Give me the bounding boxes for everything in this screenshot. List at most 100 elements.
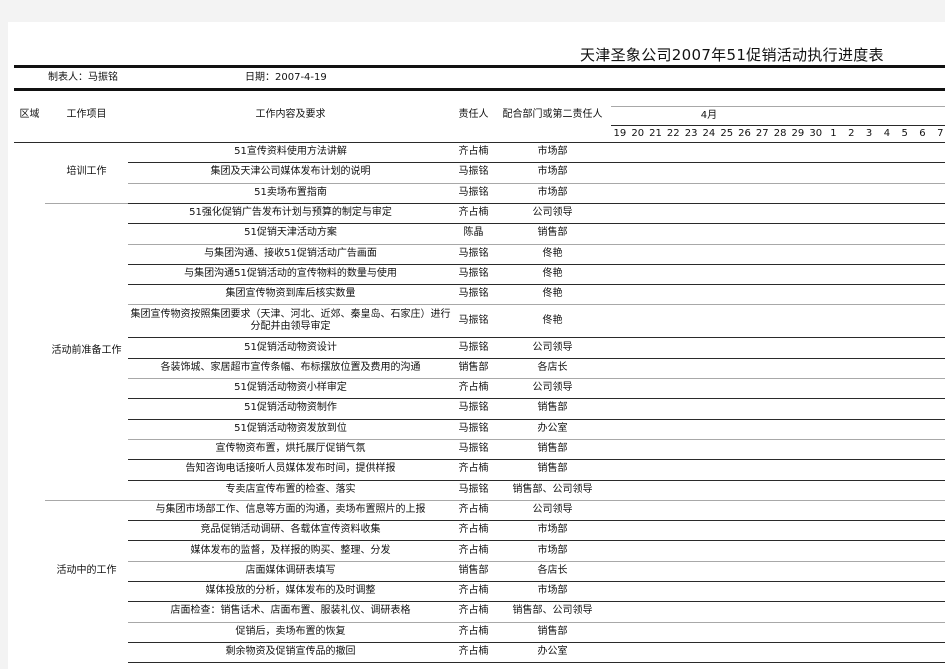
- task-owner: 马振铭: [458, 443, 489, 455]
- page-title: 天津圣象公司2007年51促销活动执行进度表: [580, 46, 884, 64]
- task-content: 促销后，卖场布置的恢复: [235, 625, 346, 637]
- header-date: 7: [937, 128, 944, 139]
- row-border: [45, 202, 128, 204]
- header-date: 4: [883, 128, 891, 139]
- task-owner: 齐占楠: [458, 503, 489, 515]
- task-content: 集团及天津公司媒体发布计划的说明: [210, 166, 371, 178]
- task-content: 与集团市场部工作、信息等方面的沟通，卖场布置照片的上报: [155, 503, 426, 515]
- task-partner: 销售部: [537, 402, 568, 414]
- task-content: 51强化促销广告发布计划与预算的制定与审定: [189, 207, 392, 219]
- date-label: 日期：2007-4-19: [245, 72, 327, 83]
- task-owner: 马振铭: [458, 186, 489, 198]
- maker-label: 制表人：马振铭: [48, 72, 118, 83]
- task-partner: 销售部: [537, 443, 568, 455]
- task-content: 竞品促销活动调研、各载体宣传资料收集: [200, 524, 381, 536]
- task-partner: 各店长: [537, 361, 568, 373]
- task-content: 媒体发布的监督，及样报的购买、整理、分发: [190, 544, 391, 556]
- task-owner: 齐占楠: [458, 625, 489, 637]
- task-owner: 马振铭: [458, 341, 489, 353]
- task-partner: 佟艳: [542, 288, 563, 300]
- header-date: 3: [865, 128, 873, 139]
- header-date: 2: [848, 128, 855, 139]
- task-owner: 马振铭: [458, 483, 489, 495]
- task-partner: 办公室: [537, 646, 568, 658]
- task-content: 51促销天津活动方案: [244, 227, 337, 239]
- task-owner: 马振铭: [458, 247, 489, 259]
- task-owner: 齐占楠: [458, 646, 489, 658]
- task-content: 51促销活动物资设计: [244, 341, 337, 353]
- task-partner: 公司领导: [532, 207, 573, 219]
- task-owner: 齐占楠: [458, 207, 489, 219]
- header-date: 28: [773, 128, 787, 139]
- row-border: [45, 142, 128, 143]
- group-label: 活动前准备工作: [51, 345, 122, 357]
- header-project: 工作项目: [66, 109, 107, 120]
- task-content: 51宣传资料使用方法讲解: [234, 146, 347, 158]
- row-border: [14, 65, 945, 68]
- task-content: 店面媒体调研表填写: [245, 564, 336, 576]
- task-partner: 公司领导: [532, 341, 573, 353]
- task-owner: 齐占楠: [458, 605, 489, 617]
- header-date: 22: [666, 128, 680, 139]
- task-partner: 公司领导: [532, 382, 573, 394]
- header-date: 1: [830, 128, 837, 139]
- group-label: 培训工作: [66, 166, 107, 178]
- task-content: 宣传物资布置，烘托展厅促销气氛: [215, 443, 366, 455]
- task-partner: 销售部: [537, 227, 568, 239]
- header-owner: 责任人: [458, 109, 489, 120]
- task-partner: 销售部、公司领导: [512, 605, 593, 617]
- header-date: 25: [720, 128, 734, 139]
- task-partner: 佟艳: [542, 314, 563, 326]
- task-owner: 陈晶: [463, 227, 484, 239]
- task-partner: 佟艳: [542, 247, 563, 259]
- task-content: 剩余物资及促销宣传品的撤回: [225, 646, 356, 658]
- task-owner: 齐占楠: [458, 544, 489, 556]
- task-content: 专卖店宣传布置的检查、落实: [225, 483, 356, 495]
- header-date: 23: [684, 128, 698, 139]
- task-content: 集团宣传物资到库后核实数量: [225, 288, 356, 300]
- task-partner: 各店长: [537, 564, 568, 576]
- header-date: 26: [738, 128, 751, 139]
- task-content: 51促销活动物资发放到位: [234, 422, 347, 434]
- task-partner: 市场部: [537, 146, 568, 158]
- task-partner: 市场部: [537, 186, 568, 198]
- header-content: 工作内容及要求: [255, 109, 326, 120]
- header-date: 30: [809, 128, 823, 139]
- task-partner: 佟艳: [542, 267, 563, 279]
- task-owner: 马振铭: [458, 267, 489, 279]
- task-partner: 市场部: [537, 585, 568, 597]
- task-partner: 销售部、公司领导: [512, 483, 593, 495]
- row-border: [45, 499, 128, 501]
- header-date: 27: [755, 128, 769, 139]
- task-owner: 销售部: [458, 564, 489, 576]
- task-partner: 市场部: [537, 524, 568, 536]
- task-owner: 齐占楠: [458, 585, 489, 597]
- task-content: 51促销活动物资小样审定: [234, 382, 347, 394]
- task-partner: 公司领导: [532, 503, 573, 515]
- header-date: 20: [631, 128, 645, 139]
- header-partner: 配合部门或第二责任人: [502, 109, 603, 120]
- task-owner: 马振铭: [458, 402, 489, 414]
- task-owner: 齐占楠: [458, 146, 489, 158]
- task-owner: 齐占楠: [458, 524, 489, 536]
- header-date: 29: [791, 128, 805, 139]
- row-border: [128, 662, 945, 664]
- group-label: 活动中的工作: [56, 564, 117, 576]
- task-partner: 办公室: [537, 422, 568, 434]
- task-partner: 销售部: [537, 625, 568, 637]
- task-content: 与集团沟通、接收51促销活动广告画面: [204, 247, 377, 259]
- task-content: 店面检查：销售话术、店面布置、服装礼仪、调研表格: [170, 605, 411, 617]
- task-owner: 马振铭: [458, 166, 489, 178]
- header-region: 区域: [19, 109, 40, 120]
- task-content: 与集团沟通51促销活动的宣传物料的数量与使用: [184, 267, 397, 279]
- header-date: 5: [901, 128, 908, 139]
- row-border: [611, 125, 945, 126]
- task-owner: 马振铭: [458, 288, 489, 300]
- header-date: 21: [649, 128, 662, 139]
- task-owner: 马振铭: [458, 314, 489, 326]
- task-owner: 齐占楠: [458, 463, 489, 475]
- task-content: 集团宣传物资按照集团要求（天津、河北、近郊、秦皇岛、石家庄）进行分配并由领导审定: [130, 308, 451, 332]
- task-partner: 市场部: [537, 544, 568, 556]
- task-content: 51卖场布置指南: [254, 186, 327, 198]
- task-content: 媒体投放的分析，媒体发布的及时调整: [205, 585, 376, 597]
